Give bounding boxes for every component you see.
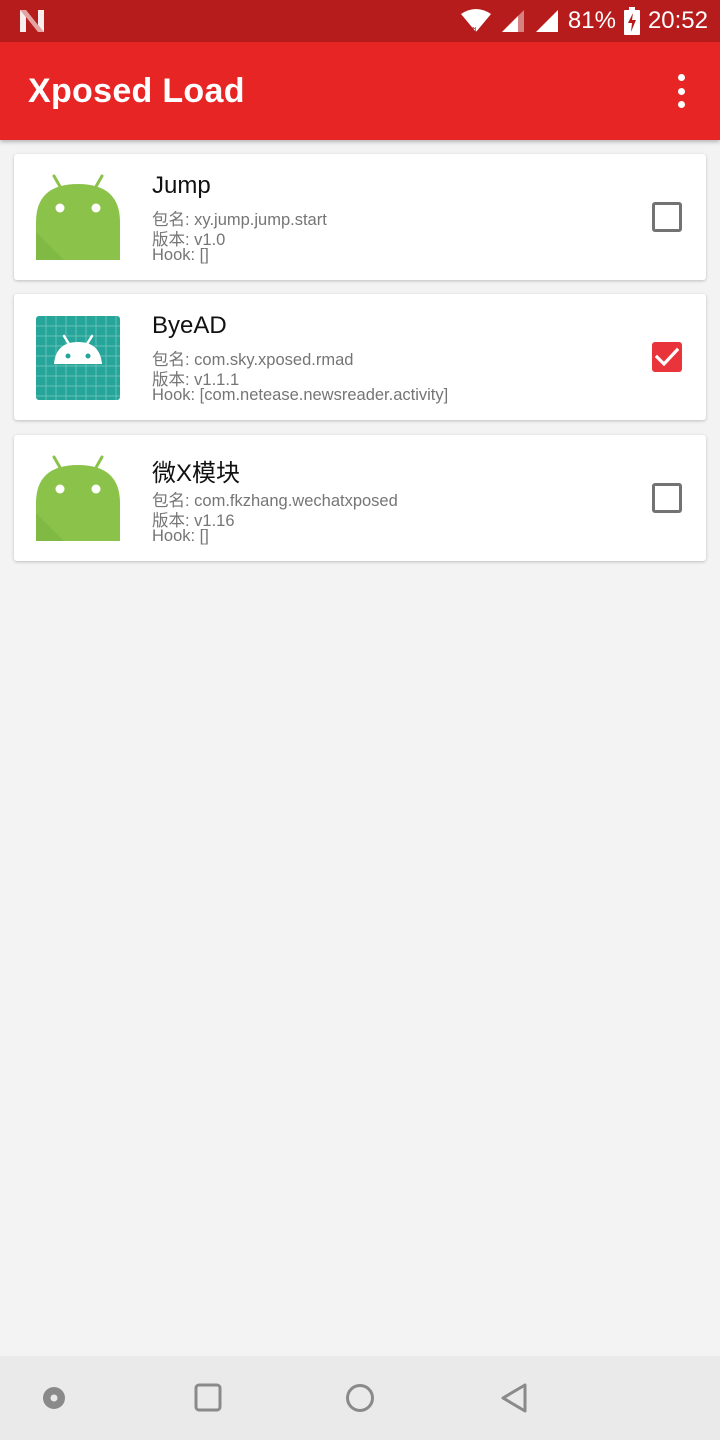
android-default-icon [34, 172, 122, 262]
android-default-icon [34, 453, 122, 543]
app-title: Xposed Load [28, 72, 245, 110]
module-card-wx[interactable]: 微X模块 包名: com.fkzhang.wechatxposed 版本: v1… [14, 435, 706, 561]
module-title: Jump [152, 172, 211, 199]
module-card-byead[interactable]: ByeAD 包名: com.sky.xposed.rmad 版本: v1.1.1… [14, 294, 706, 420]
module-hook: Hook: [] [152, 527, 209, 545]
status-bar: ⇅ 81% 20:52 [0, 0, 720, 42]
n-notification-icon [18, 8, 46, 34]
battery-percent: 81% [567, 7, 616, 34]
signal-icon-1 [500, 8, 526, 34]
signal-icon-2 [534, 8, 560, 34]
dot-icon[interactable] [34, 1380, 74, 1420]
clock: 20:52 [647, 7, 708, 34]
module-hook: Hook: [] [152, 246, 209, 264]
module-checkbox[interactable] [652, 202, 682, 232]
battery-charging-icon [623, 7, 640, 35]
app-bar: Xposed Load [0, 42, 720, 140]
module-card-jump[interactable]: Jump 包名: xy.jump.jump.start 版本: v1.0 Hoo… [14, 154, 706, 280]
status-icons: ⇅ 81% 20:52 [460, 0, 708, 42]
recents-square-icon[interactable] [188, 1380, 228, 1420]
module-hook: Hook: [com.netease.newsreader.activity] [152, 386, 449, 404]
wifi-icon: ⇅ [460, 8, 492, 34]
module-checkbox[interactable] [652, 342, 682, 372]
checkmark-icon [655, 347, 679, 367]
svg-text:⇅: ⇅ [471, 26, 478, 34]
module-title: 微X模块 [152, 460, 241, 487]
nav-bar [0, 1356, 720, 1440]
android-grid-icon [34, 312, 122, 402]
screen: ⇅ 81% 20:52 Xposed Load Jump 包名: xy.jump… [0, 0, 720, 1440]
home-circle-icon[interactable] [340, 1380, 380, 1420]
back-triangle-icon[interactable] [494, 1380, 534, 1420]
module-checkbox[interactable] [652, 483, 682, 513]
module-title: ByeAD [152, 312, 227, 339]
more-vert-icon[interactable] [666, 74, 696, 108]
